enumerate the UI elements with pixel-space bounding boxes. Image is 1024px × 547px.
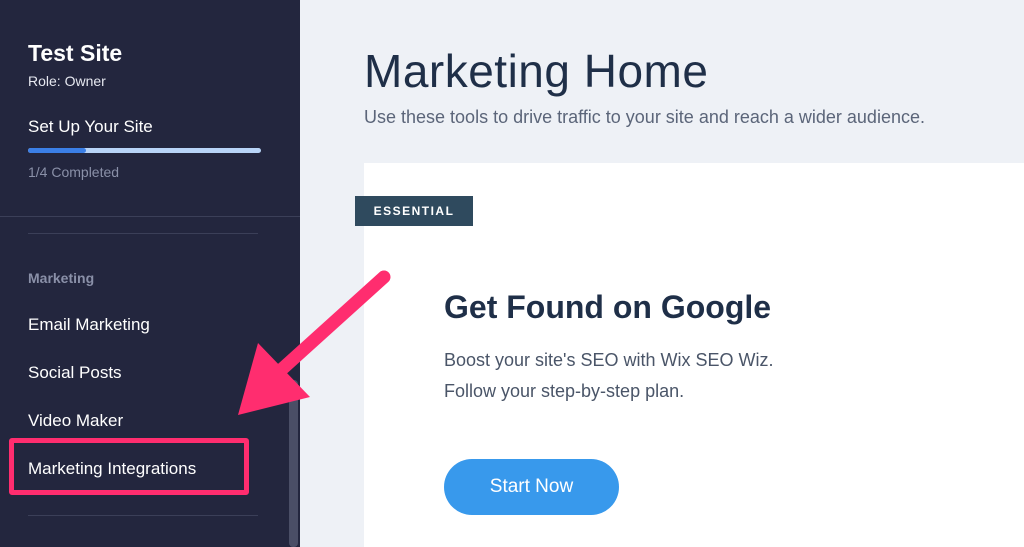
site-role: Role: Owner bbox=[28, 73, 106, 89]
sidebar-divider-bottom bbox=[28, 515, 258, 516]
setup-progress-fill bbox=[28, 148, 87, 153]
card-description-line-1: Boost your site's SEO with Wix SEO Wiz. bbox=[444, 350, 774, 370]
sidebar-item-email-marketing[interactable]: Email Marketing bbox=[28, 315, 150, 335]
card-description-line-2: Follow your step-by-step plan. bbox=[444, 381, 685, 401]
card-description: Boost your site's SEO with Wix SEO Wiz. … bbox=[444, 345, 774, 407]
page-subtitle: Use these tools to drive traffic to your… bbox=[364, 107, 925, 127]
sidebar-section-marketing: Marketing bbox=[28, 270, 95, 286]
start-now-button[interactable]: Start Now bbox=[444, 459, 619, 515]
sidebar-divider-short bbox=[28, 233, 258, 234]
sidebar-item-video-maker[interactable]: Video Maker bbox=[28, 411, 123, 431]
site-name: Test Site bbox=[28, 40, 123, 66]
setup-progress-bar bbox=[28, 148, 261, 153]
card-title: Get Found on Google bbox=[444, 289, 772, 325]
highlight-box bbox=[9, 438, 249, 495]
setup-site-link[interactable]: Set Up Your Site bbox=[28, 117, 153, 137]
sidebar-divider bbox=[0, 216, 300, 217]
setup-completed-text: 1/4 Completed bbox=[28, 164, 120, 180]
sidebar-scrollbar[interactable] bbox=[289, 380, 298, 547]
essential-badge: ESSENTIAL bbox=[355, 196, 473, 226]
page-title: Marketing Home bbox=[364, 45, 709, 97]
sidebar-item-social-posts[interactable]: Social Posts bbox=[28, 363, 122, 383]
